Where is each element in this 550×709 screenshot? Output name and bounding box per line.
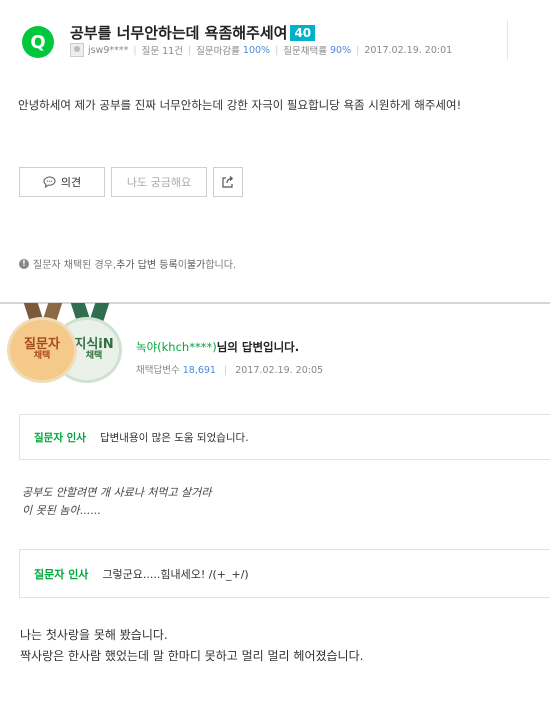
adopt-notice: ! 질문자 채택된 경우, 추가 답변 등록 이 불가 합니다. [19,256,236,271]
asker-thanks-box: 질문자 인사 답변내용이 많은 도움 되었습니다. [19,414,550,460]
points-badge: 40 [290,25,316,41]
answer-meta: 채택답변수 18,691 | 2017.02.19. 20:05 [136,362,323,376]
opinion-button-label: 의견 [60,176,82,189]
answer-body-line-2: 짝사랑은 한사람 했었는데 말 한마디 못하고 멀리 멀리 헤어졌습니다. [20,649,364,663]
question-title: 공부를 너무안하는데 욕좀해주세여 40 [70,22,316,43]
asker-thanks-box: 질문자 인사 그렇군요.....힘내세오! /(+_+/) [19,549,550,598]
meta-separator: | [133,44,137,56]
handwritten-line-1: 공부도 안할려면 개 사료나 처먹고 살거라 [22,486,212,499]
header-divider [507,20,508,60]
notice-bold-1: 추가 답변 등록 [116,260,178,271]
meta-separator: | [224,365,228,376]
answer-body: 나는 첫사랑을 못해 봤습니다. 짝사랑은 한사람 했었는데 말 한마디 못하고… [20,625,363,667]
meta-separator: | [275,44,279,56]
opinion-button[interactable]: 의견 [19,167,105,197]
handwritten-text: 공부도 안할려면 개 사료나 처먹고 살거라 이 못된 놈아...... [22,484,212,520]
notice-bold-2: 불가 [186,260,206,271]
avatar-icon [70,43,84,57]
adopt-rate-value: 90% [330,44,352,56]
adopt-rate-label: 질문채택률 [283,46,327,57]
share-icon [221,175,235,189]
comment-icon [43,176,56,188]
share-button[interactable] [213,167,243,197]
question-badge-icon: Q [22,26,54,58]
notice-mid: 이 [177,260,187,271]
thanks-label: 질문자 인사 [34,431,86,444]
close-rate-value: 100% [242,44,271,56]
adopt-count-value: 18,691 [182,365,216,376]
meta-separator: | [356,44,360,56]
meta-separator: | [187,44,192,56]
author-id[interactable]: jsw9**** [88,45,128,56]
notice-prefix: 질문자 채택된 경우, [33,260,117,271]
question-meta: jsw9**** | 질문 11건 | 질문마감률 100% | 질문채택률 9… [70,43,452,57]
thanks-message: 답변내용이 많은 도움 되었습니다. [99,431,249,444]
answer-title-suffix: 님의 답변입니다. [216,340,300,354]
question-date: 2017.02.19. 20:01 [364,44,453,56]
thanks-message: 그렇군요.....힘내세오! /(+_+/) [102,567,249,581]
thanks-label: 질문자 인사 [34,567,89,581]
close-rate-label: 질문마감률 [196,46,240,57]
medal-1-line-2: 채택 [33,351,51,362]
questions-value: 11건 [162,46,183,57]
answer-body-line-1: 나는 첫사랑을 못해 봤습니다. [20,628,168,642]
info-icon: ! [19,258,29,269]
question-title-text: 공부를 너무안하는데 욕좀해주세여 [70,24,288,42]
question-body: 안녕하세여 제가 공부를 진짜 너무안하는데 강한 자극이 필요합니당 욕좀 시… [18,98,462,112]
curious-button[interactable]: 나도 궁금해요 [111,167,207,197]
handwritten-line-2: 이 못된 놈아...... [22,504,101,517]
curious-button-label: 나도 궁금해요 [126,176,192,189]
asker-adopted-medal-icon: 질문자 채택 [7,317,77,383]
questions-label: 질문 [141,46,160,57]
answer-date: 2017.02.19. 20:05 [235,365,324,376]
notice-suffix: 합니다. [205,260,237,271]
answer-title: 녹야(khch****)님의 답변입니다. [136,339,299,355]
adopt-count-label: 채택답변수 [136,365,180,376]
answerer-id[interactable]: 녹야(khch****) [136,340,217,354]
